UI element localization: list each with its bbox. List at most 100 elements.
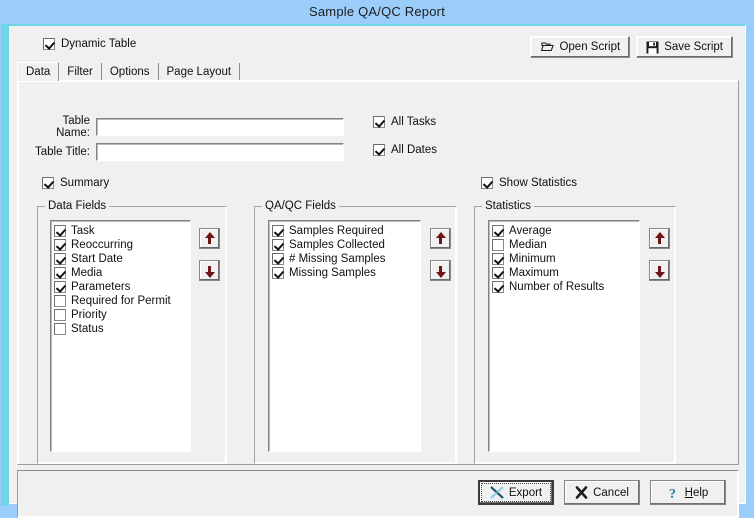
list-item[interactable]: Reoccurring <box>54 238 190 252</box>
checkbox-box-show-statistics[interactable] <box>481 177 493 189</box>
list-item-label: Start Date <box>71 253 123 265</box>
save-script-button[interactable]: Save Script <box>636 36 733 58</box>
checkbox-box-status[interactable] <box>54 323 66 335</box>
list-item[interactable]: Start Date <box>54 252 190 266</box>
all-tasks-checkbox[interactable]: All Tasks <box>373 116 436 128</box>
dynamic-table-checkbox[interactable]: Dynamic Table <box>43 38 136 50</box>
cancel-label: Cancel <box>593 486 629 499</box>
checkbox-box-all-dates[interactable] <box>373 144 385 156</box>
checkbox-box-dynamic-table[interactable] <box>43 38 55 50</box>
data-fields-move-down-button[interactable] <box>199 260 220 281</box>
tab-filter[interactable]: Filter <box>59 63 102 81</box>
checkbox-box-task[interactable] <box>54 225 66 237</box>
checkbox-box-parameters[interactable] <box>54 281 66 293</box>
list-item[interactable]: Median <box>492 238 639 252</box>
export-button[interactable]: Export <box>478 480 554 505</box>
table-title-input[interactable] <box>96 143 344 161</box>
list-item[interactable]: Missing Samples <box>272 266 420 280</box>
qaqc-fields-move-up-button[interactable] <box>430 228 451 249</box>
checkbox-box-median[interactable] <box>492 239 504 251</box>
title-bar: Sample QA/QC Report <box>0 0 754 22</box>
checkbox-box-samples-required[interactable] <box>272 225 284 237</box>
checkbox-box-samples-collected[interactable] <box>272 239 284 251</box>
statistics-move-down-button[interactable] <box>649 260 670 281</box>
summary-label: Summary <box>60 177 110 189</box>
tab-page-layout-label: Page Layout <box>166 66 232 78</box>
list-item-label: Average <box>509 225 552 237</box>
checkbox-box-summary[interactable] <box>42 177 54 189</box>
checkbox-box-reoccurring[interactable] <box>54 239 66 251</box>
list-item[interactable]: Priority <box>54 308 190 322</box>
data-fields-listbox[interactable]: Task Reoccurring Start Date Media Parame… <box>50 220 191 452</box>
cancel-button[interactable]: Cancel <box>564 480 640 505</box>
checkbox-box-minimum[interactable] <box>492 253 504 265</box>
list-item-label: Minimum <box>509 253 556 265</box>
table-title-row: Table Title: <box>28 143 344 161</box>
list-item-label: Samples Collected <box>289 239 385 251</box>
data-fields-title: Data Fields <box>45 200 110 212</box>
table-title-label: Table Title: <box>35 146 90 158</box>
list-item[interactable]: Task <box>54 224 190 238</box>
checkbox-box-all-tasks[interactable] <box>373 116 385 128</box>
tab-panel-data: Table Name: Table Title: All Tasks All D… <box>17 80 739 465</box>
all-dates-checkbox[interactable]: All Dates <box>373 144 437 156</box>
focus-rectangle <box>481 483 551 502</box>
list-item[interactable]: # Missing Samples <box>272 252 420 266</box>
tab-page-layout[interactable]: Page Layout <box>158 63 241 81</box>
list-item-label: Media <box>71 267 103 279</box>
checkbox-box-start-date[interactable] <box>54 253 66 265</box>
list-item[interactable]: Samples Collected <box>272 238 420 252</box>
dialog-window: Sample QA/QC Report Dynamic Table Open S… <box>0 0 754 518</box>
question-mark-icon: ? <box>668 486 680 502</box>
list-item-label: Number of Results <box>509 281 605 293</box>
x-mark-icon <box>575 486 588 499</box>
open-script-button[interactable]: Open Script <box>530 36 631 58</box>
data-fields-move-up-button[interactable] <box>199 228 220 249</box>
qaqc-fields-move-down-button[interactable] <box>430 260 451 281</box>
help-label: Help <box>684 486 709 499</box>
table-name-input[interactable] <box>96 118 344 136</box>
tab-strip: Data Filter Options Page Layout <box>17 62 739 81</box>
list-item[interactable]: Samples Required <box>272 224 420 238</box>
table-name-row: Table Name: <box>28 115 344 139</box>
list-item[interactable]: Maximum <box>492 266 639 280</box>
checkbox-box-num-missing-samples[interactable] <box>272 253 284 265</box>
dialog-button-bar: Export Cancel ? Help <box>17 470 739 518</box>
list-item[interactable]: Parameters <box>54 280 190 294</box>
list-item[interactable]: Average <box>492 224 639 238</box>
list-item-label: Reoccurring <box>71 239 133 251</box>
summary-checkbox[interactable]: Summary <box>42 177 109 189</box>
tab-options[interactable]: Options <box>101 63 159 81</box>
checkbox-box-media[interactable] <box>54 267 66 279</box>
statistics-move-up-button[interactable] <box>649 228 670 249</box>
help-button[interactable]: ? Help <box>650 480 726 505</box>
list-item[interactable]: Minimum <box>492 252 639 266</box>
show-statistics-checkbox[interactable]: Show Statistics <box>481 177 577 189</box>
list-item-label: Maximum <box>509 267 559 279</box>
list-item-label: # Missing Samples <box>289 253 386 265</box>
checkbox-box-required-for-permit[interactable] <box>54 295 66 307</box>
tab-data[interactable]: Data <box>17 62 60 81</box>
qaqc-fields-listbox[interactable]: Samples Required Samples Collected # Mis… <box>268 220 421 452</box>
checkbox-box-missing-samples[interactable] <box>272 267 284 279</box>
open-script-label: Open Script <box>559 41 621 53</box>
list-item[interactable]: Required for Permit <box>54 294 190 308</box>
checkbox-box-average[interactable] <box>492 225 504 237</box>
list-item-label: Parameters <box>71 281 131 293</box>
dialog-client-area: Dynamic Table Open Script Save Script Da… <box>1 24 746 518</box>
all-tasks-label: All Tasks <box>391 116 437 128</box>
checkbox-box-priority[interactable] <box>54 309 66 321</box>
statistics-listbox[interactable]: Average Median Minimum Maximum Number of… <box>488 220 640 452</box>
list-item[interactable]: Status <box>54 322 190 336</box>
checkbox-box-maximum[interactable] <box>492 267 504 279</box>
qaqc-fields-title: QA/QC Fields <box>262 200 339 212</box>
list-item[interactable]: Media <box>54 266 190 280</box>
list-item[interactable]: Number of Results <box>492 280 639 294</box>
dynamic-table-label: Dynamic Table <box>61 38 137 50</box>
all-dates-label: All Dates <box>391 144 438 156</box>
window-title: Sample QA/QC Report <box>308 3 445 19</box>
floppy-disk-icon <box>646 41 659 54</box>
data-fields-group: Data Fields Task Reoccurring Start Date <box>37 200 227 464</box>
list-item-label: Median <box>509 239 547 251</box>
checkbox-box-number-of-results[interactable] <box>492 281 504 293</box>
